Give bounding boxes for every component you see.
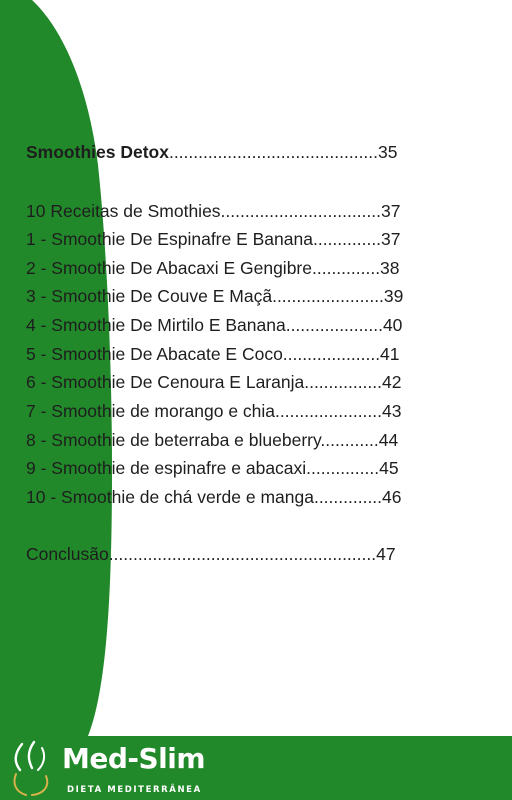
toc-entry[interactable]: 10 Receitas de Smothies.................… <box>26 199 400 223</box>
toc-entry[interactable]: 2 - Smoothie De Abacaxi E Gengibre......… <box>26 256 400 280</box>
toc-entry[interactable]: 4 - Smoothie De Mirtilo E Banana........… <box>26 313 402 337</box>
toc-entry[interactable]: 10 - Smoothie de chá verde e manga......… <box>26 485 402 509</box>
toc-section-title[interactable]: Smoothies Detox.........................… <box>26 140 398 164</box>
toc-entry[interactable]: 9 - Smoothie de espinafre e abacaxi.....… <box>26 456 399 480</box>
brand-name: Med-Slim <box>62 742 206 775</box>
toc-entry[interactable]: 6 - Smoothie De Cenoura E Laranja.......… <box>26 370 401 394</box>
toc-section-title-text: Smoothies Detox <box>26 142 169 162</box>
brand-tagline: DIETA MEDITERRÂNEA <box>67 785 202 795</box>
leaf-logo-icon <box>13 740 49 796</box>
footer-banner: Med-Slim DIETA MEDITERRÂNEA <box>0 736 512 800</box>
toc-entry[interactable]: 1 - Smoothie De Espinafre E Banana......… <box>26 227 401 251</box>
toc-entry[interactable]: 7 - Smoothie de morango e chia..........… <box>26 399 401 423</box>
toc-entry[interactable]: 8 - Smoothie de beterraba e blueberry...… <box>26 428 398 452</box>
toc-entry[interactable]: 5 - Smoothie De Abacate E Coco..........… <box>26 342 400 366</box>
toc-section-title-page: ........................................… <box>168 142 398 162</box>
toc-entry[interactable]: 3 - Smoothie De Couve E Maçã............… <box>26 284 403 308</box>
toc-conclusion[interactable]: Conclusão...............................… <box>26 542 396 566</box>
